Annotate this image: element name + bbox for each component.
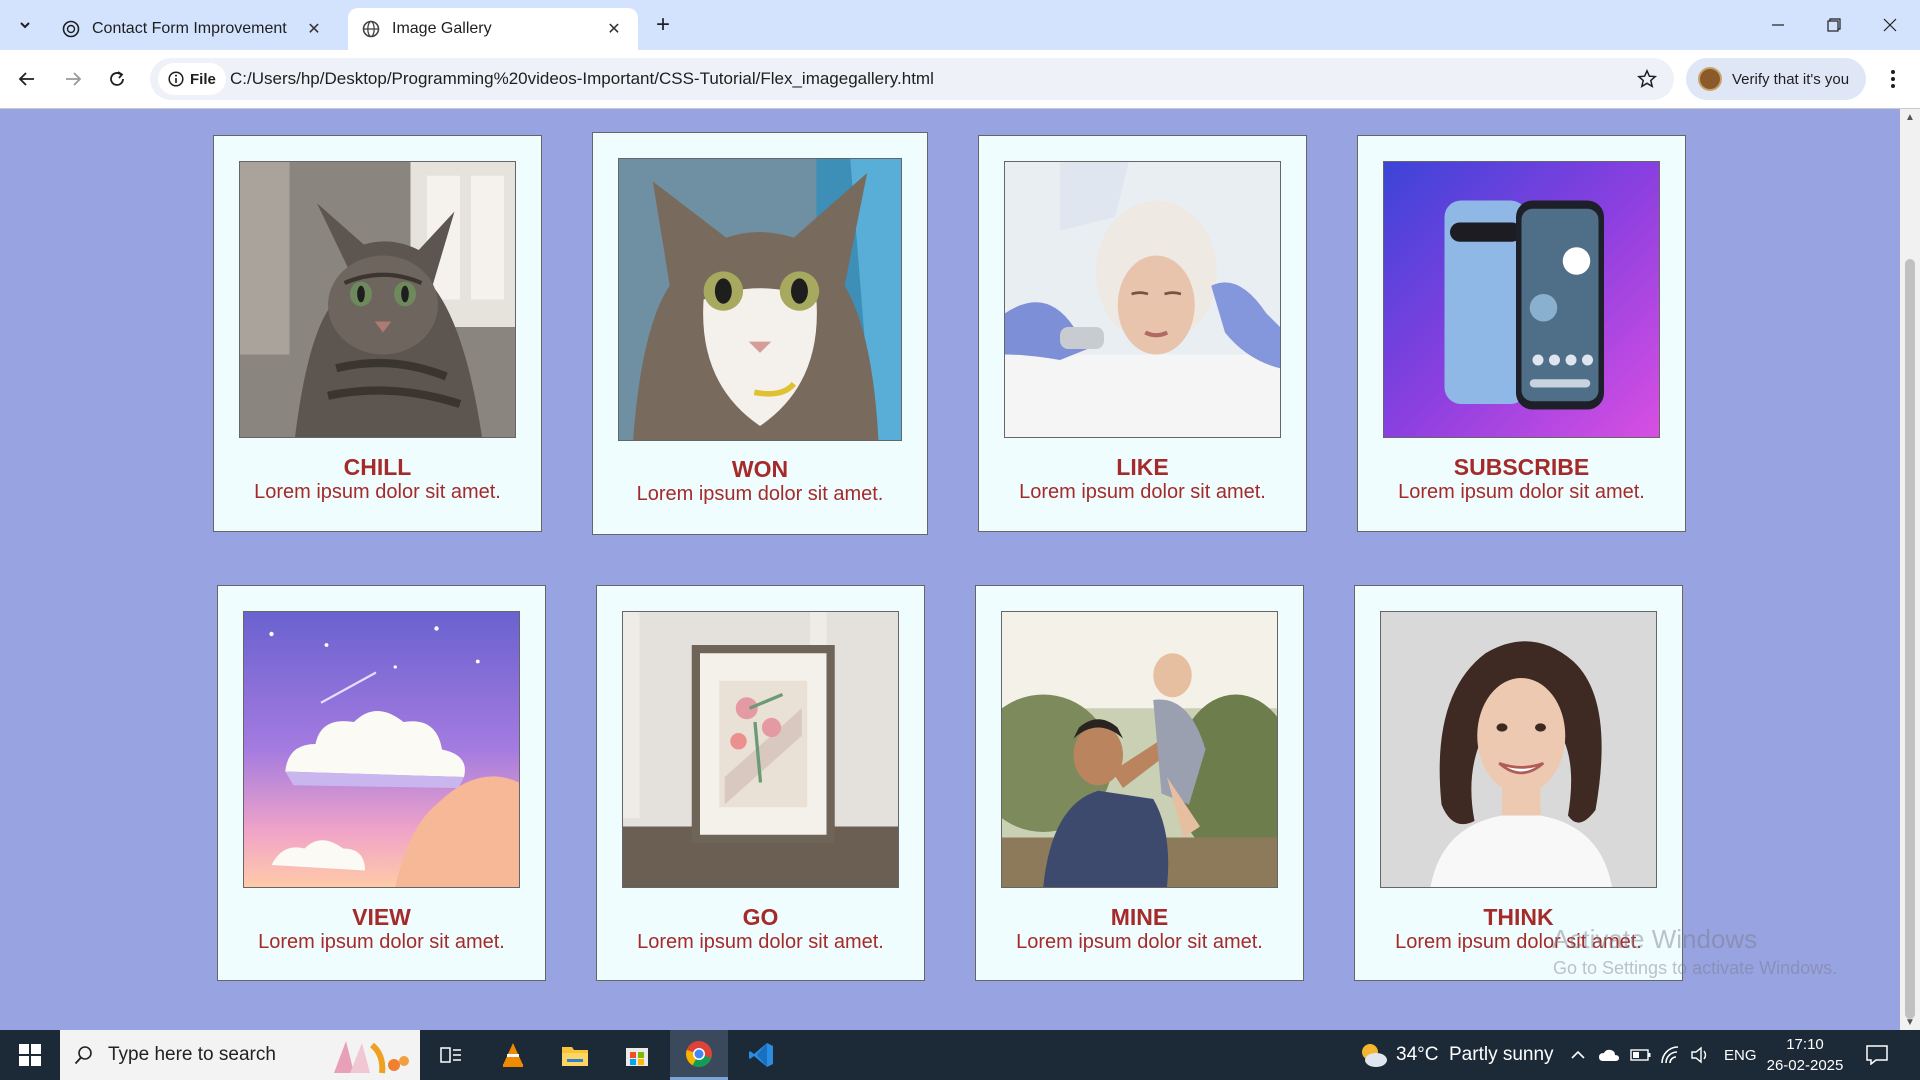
tabby-cat-photo — [239, 161, 516, 438]
tab-strip: Contact Form Improvement ✕ Image Gallery… — [0, 0, 1920, 50]
card-title: CHILL — [343, 454, 412, 480]
battery-icon[interactable] — [1630, 1030, 1652, 1080]
restore-icon[interactable] — [1806, 0, 1862, 50]
chatgpt-icon — [62, 20, 80, 38]
card-title: VIEW — [352, 904, 411, 930]
reload-icon[interactable] — [100, 62, 134, 96]
tab-image-gallery[interactable]: Image Gallery ✕ — [348, 8, 638, 50]
search-icon — [74, 1045, 94, 1065]
close-window-icon[interactable] — [1862, 0, 1918, 50]
scroll-up-icon[interactable]: ▲ — [1900, 109, 1920, 125]
tab-contact-form[interactable]: Contact Form Improvement ✕ — [48, 8, 338, 50]
vlc-icon[interactable] — [484, 1030, 542, 1080]
new-tab-button[interactable]: + — [648, 10, 678, 40]
woman-portrait-photo — [1380, 611, 1657, 888]
card-title: MINE — [1110, 904, 1169, 930]
bookmark-star-icon[interactable] — [1636, 68, 1658, 90]
input-language[interactable]: ENG — [1724, 1030, 1757, 1080]
back-arrow-icon[interactable] — [10, 62, 44, 96]
site-info-chip[interactable]: File — [158, 63, 226, 95]
menu-kebab-icon[interactable] — [1876, 62, 1910, 96]
info-icon — [168, 71, 184, 87]
profile-label: Verify that it's you — [1732, 70, 1850, 88]
microsoft-store-icon[interactable] — [608, 1030, 666, 1080]
card-description: Lorem ipsum dolor sit amet. — [254, 481, 501, 503]
gallery-card: SUBSCRIBE Lorem ipsum dolor sit amet. — [1357, 135, 1686, 532]
card-description: Lorem ipsum dolor sit amet. — [1016, 931, 1263, 953]
clock-date: 26-02-2025 — [1766, 1057, 1844, 1074]
vscode-icon[interactable] — [732, 1030, 790, 1080]
pixel-sky-clouds — [243, 611, 520, 888]
close-tab-icon[interactable]: ✕ — [302, 17, 326, 41]
father-baby-photo — [1001, 611, 1278, 888]
scrollbar-thumb[interactable] — [1905, 259, 1915, 1019]
activate-windows-hint: Go to Settings to activate Windows. — [1553, 958, 1838, 978]
avatar — [1698, 67, 1722, 91]
notifications-icon[interactable] — [1866, 1030, 1888, 1080]
chrome-icon[interactable] — [670, 1030, 728, 1080]
card-description: Lorem ipsum dolor sit amet. — [1398, 481, 1645, 503]
weather-widget[interactable]: 34°C Partly sunny — [1358, 1030, 1554, 1080]
card-description: Lorem ipsum dolor sit amet. — [258, 931, 505, 953]
facial-treatment-photo — [1004, 161, 1281, 438]
smartphone-photo — [1383, 161, 1660, 438]
url-text[interactable]: C:/Users/hp/Desktop/Programming%20videos… — [230, 58, 934, 100]
gallery-card: LIKE Lorem ipsum dolor sit amet. — [978, 135, 1307, 532]
profile-verify-button[interactable]: Verify that it's you — [1686, 58, 1866, 100]
forward-arrow-icon[interactable] — [56, 62, 90, 96]
card-title: LIKE — [1116, 454, 1169, 480]
weather-sun-cloud-icon — [1358, 1042, 1388, 1068]
gallery-card: VIEW Lorem ipsum dolor sit amet. — [217, 585, 546, 981]
card-description: Lorem ipsum dolor sit amet. — [1019, 481, 1266, 503]
card-description: Lorem ipsum dolor sit amet. — [636, 483, 884, 505]
search-highlight-icon — [324, 1035, 414, 1075]
page-viewport: CHILL Lorem ipsum dolor sit amet. WON Lo… — [0, 109, 1900, 1030]
volume-icon[interactable] — [1690, 1030, 1710, 1080]
tab-title: Contact Form Improvement — [92, 20, 287, 37]
minimize-icon[interactable] — [1750, 0, 1806, 50]
clock-time: 17:10 — [1786, 1036, 1824, 1053]
onedrive-cloud-icon[interactable] — [1598, 1030, 1620, 1080]
gallery-card: GO Lorem ipsum dolor sit amet. — [596, 585, 925, 981]
card-description: Lorem ipsum dolor sit amet. — [637, 931, 884, 953]
card-title: WON — [731, 456, 789, 482]
kitten-closeup-photo — [618, 158, 902, 441]
taskbar-search-box[interactable]: Type here to search — [60, 1030, 420, 1080]
taskbar-clock[interactable]: 17:10 26-02-2025 — [1760, 1034, 1850, 1076]
framed-flower-art-photo — [622, 611, 899, 888]
address-bar[interactable]: File C:/Users/hp/Desktop/Programming%20v… — [150, 58, 1674, 100]
file-explorer-icon[interactable] — [546, 1030, 604, 1080]
card-title: GO — [742, 904, 779, 930]
gallery-card: WON Lorem ipsum dolor sit amet. — [592, 132, 928, 535]
gallery-card: CHILL Lorem ipsum dolor sit amet. — [213, 135, 542, 532]
show-hidden-icons-chevron-icon[interactable] — [1570, 1030, 1586, 1080]
taskbar: Type here to search 34°C Partly sunny EN… — [0, 1030, 1920, 1080]
task-view-icon[interactable] — [422, 1030, 480, 1080]
page-scrollbar[interactable]: ▲ ▼ — [1900, 109, 1920, 1030]
windows-start-icon[interactable] — [0, 1030, 60, 1080]
wifi-icon[interactable] — [1660, 1030, 1680, 1080]
gallery-card: THINK Lorem ipsum dolor sit amet. — [1354, 585, 1683, 981]
search-placeholder: Type here to search — [108, 1044, 276, 1065]
weather-text: 34°C Partly sunny — [1396, 1044, 1554, 1065]
card-title: SUBSCRIBE — [1453, 454, 1590, 480]
gallery-card: MINE Lorem ipsum dolor sit amet. — [975, 585, 1304, 981]
scroll-down-icon[interactable]: ▼ — [1900, 1014, 1920, 1030]
close-tab-icon[interactable]: ✕ — [602, 17, 626, 41]
browser-toolbar: File C:/Users/hp/Desktop/Programming%20v… — [0, 50, 1920, 109]
tab-title: Image Gallery — [392, 20, 492, 37]
site-info-label: File — [190, 70, 216, 88]
tab-search-chevron-icon[interactable] — [10, 10, 40, 40]
activate-windows-watermark: Activate Windows — [1552, 924, 1758, 954]
globe-icon — [362, 20, 380, 38]
